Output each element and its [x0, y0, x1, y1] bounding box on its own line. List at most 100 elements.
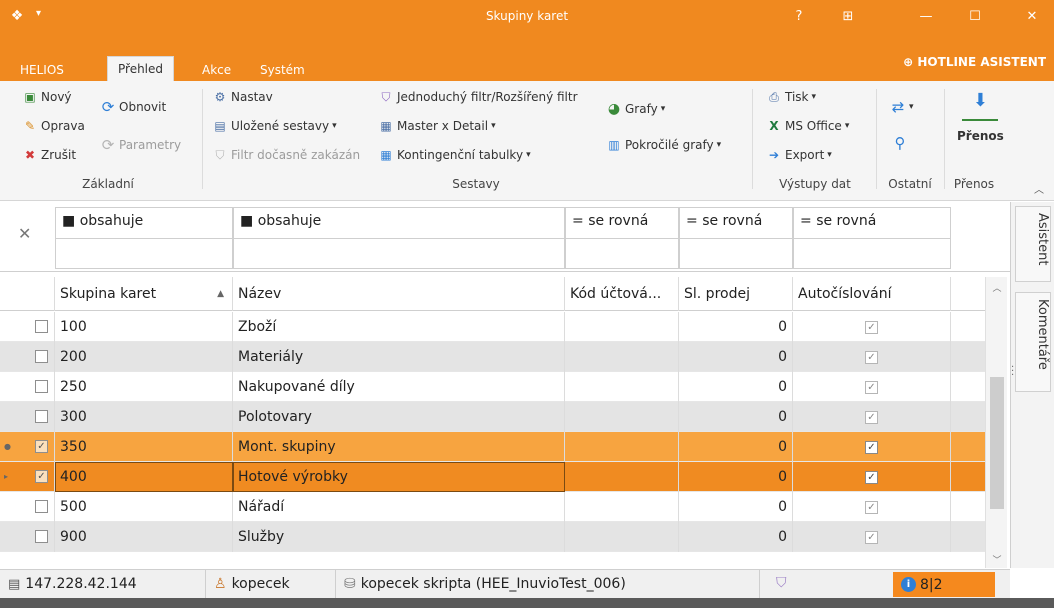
cell-name[interactable]: Zboží — [233, 312, 565, 342]
autocislovani-checkbox[interactable]: ✓ — [865, 380, 878, 394]
cell-name[interactable]: Nářadí — [233, 492, 565, 522]
row-checkbox[interactable] — [35, 529, 48, 543]
filter-cell-prodej[interactable]: = se rovná — [679, 207, 793, 269]
side-tab-asistent[interactable]: Asistent — [1015, 206, 1051, 282]
row-select-cell[interactable] — [0, 522, 55, 552]
cell-kod[interactable] — [565, 342, 679, 372]
swap-button[interactable]: ⇄ ▾ — [890, 99, 914, 115]
side-tab-komentare[interactable]: Komentáře — [1015, 292, 1051, 392]
grafy-button[interactable]: ◕ Grafy ▾ — [606, 101, 665, 117]
cell-code[interactable]: 400 — [55, 462, 233, 492]
zrusit-button[interactable]: ✖ Zrušit — [22, 147, 76, 163]
header-skupina-karet[interactable]: Skupina karet ▲ — [55, 277, 233, 311]
parametry-button[interactable]: ⟳ Parametry — [100, 137, 181, 153]
filter-input[interactable] — [234, 238, 564, 269]
row-select-cell[interactable] — [0, 342, 55, 372]
filter-cell-skupina[interactable]: ■ obsahuje — [55, 207, 233, 269]
table-row[interactable]: ● ✓ 350 Mont. skupiny 0 ✓ — [0, 432, 985, 462]
scroll-up-icon[interactable]: ︿ — [986, 281, 1008, 294]
splitter-handle-icon[interactable]: · · · — [1011, 363, 1014, 381]
header-nazev[interactable]: Název — [233, 277, 565, 311]
row-checkbox[interactable] — [35, 319, 48, 333]
cell-kod[interactable] — [565, 462, 679, 492]
row-checkbox[interactable] — [35, 379, 48, 393]
cell-name[interactable]: Polotovary — [233, 402, 565, 432]
cell-name[interactable]: Hotové výrobky — [233, 462, 565, 492]
nastav-button[interactable]: ⚙ Nastav — [212, 89, 273, 105]
row-select-cell[interactable]: ● ✓ — [0, 432, 55, 462]
autocislovani-checkbox[interactable]: ✓ — [865, 350, 878, 364]
cell-code[interactable]: 900 — [55, 522, 233, 552]
row-checkbox[interactable] — [35, 409, 48, 423]
autocislovani-checkbox[interactable]: ✓ — [865, 410, 878, 424]
obnovit-button[interactable]: ⟳ Obnovit — [100, 99, 166, 115]
cell-code[interactable]: 200 — [55, 342, 233, 372]
cell-code[interactable]: 250 — [55, 372, 233, 402]
table-row[interactable]: ▸ ✓ 400 Hotové výrobky 0 ✓ — [0, 462, 985, 492]
tab-prehled[interactable]: Přehled — [107, 56, 175, 81]
row-checkbox[interactable] — [35, 499, 48, 513]
cell-code[interactable]: 350 — [55, 432, 233, 462]
cell-prodej[interactable]: 0 — [679, 342, 793, 372]
autocislovani-checkbox[interactable]: ✓ — [865, 320, 878, 334]
cell-code[interactable]: 500 — [55, 492, 233, 522]
row-select-cell[interactable] — [0, 402, 55, 432]
cell-prodej[interactable]: 0 — [679, 402, 793, 432]
table-row[interactable]: 250 Nakupované díly 0 ✓ — [0, 372, 985, 402]
master-detail-button[interactable]: ▦ Master x Detail ▾ — [378, 118, 495, 134]
cell-autocislovani[interactable]: ✓ — [793, 342, 951, 372]
novy-button[interactable]: ▣ Nový — [22, 89, 71, 105]
tab-system[interactable]: Systém — [250, 60, 315, 81]
filter-operator[interactable]: = se rovná — [800, 213, 876, 229]
filter-input[interactable] — [566, 238, 678, 269]
pokrocile-grafy-button[interactable]: ▥ Pokročilé grafy ▾ — [606, 137, 721, 153]
filter-operator[interactable]: = se rovná — [686, 213, 762, 229]
help-button[interactable]: ? — [781, 0, 817, 33]
cell-name[interactable]: Mont. skupiny — [233, 432, 565, 462]
cell-code[interactable]: 100 — [55, 312, 233, 342]
layout-button[interactable]: ⊞ — [830, 0, 866, 33]
filter-operator[interactable]: = se rovná — [572, 213, 648, 229]
cell-autocislovani[interactable]: ✓ — [793, 432, 951, 462]
cell-kod[interactable] — [565, 312, 679, 342]
filter-input[interactable] — [56, 238, 232, 269]
cell-autocislovani[interactable]: ✓ — [793, 312, 951, 342]
close-button[interactable]: ✕ — [1014, 0, 1050, 33]
cell-name[interactable]: Služby — [233, 522, 565, 552]
filter-cell-auto[interactable]: = se rovná — [793, 207, 951, 269]
row-select-cell[interactable] — [0, 372, 55, 402]
table-row[interactable]: 200 Materiály 0 ✓ — [0, 342, 985, 372]
cell-kod[interactable] — [565, 402, 679, 432]
autocislovani-checkbox[interactable]: ✓ — [865, 440, 878, 454]
filter-cell-nazev[interactable]: ■ obsahuje — [233, 207, 565, 269]
autocislovani-checkbox[interactable]: ✓ — [865, 470, 878, 484]
cell-kod[interactable] — [565, 492, 679, 522]
cell-autocislovani[interactable]: ✓ — [793, 492, 951, 522]
jednoduchy-filtr-button[interactable]: ⛉ Jednoduchý filtr/Rozšířený filtr — [378, 89, 577, 105]
row-select-cell[interactable] — [0, 312, 55, 342]
hotline-asistent-button[interactable]: ⊕ HOTLINE ASISTENT — [903, 55, 1046, 69]
cell-prodej[interactable]: 0 — [679, 492, 793, 522]
header-select-column[interactable] — [0, 277, 55, 311]
cell-name[interactable]: Materiály — [233, 342, 565, 372]
cell-prodej[interactable]: 0 — [679, 432, 793, 462]
cell-autocislovani[interactable]: ✓ — [793, 462, 951, 492]
kontingencni-tabulky-button[interactable]: ▦ Kontingenční tabulky ▾ — [378, 147, 530, 163]
table-row[interactable]: 300 Polotovary 0 ✓ — [0, 402, 985, 432]
scrollbar-thumb[interactable] — [990, 377, 1004, 509]
autocislovani-checkbox[interactable]: ✓ — [865, 530, 878, 544]
header-sl-prodej[interactable]: Sl. prodej — [679, 277, 793, 311]
cell-autocislovani[interactable]: ✓ — [793, 402, 951, 432]
header-autocislovani[interactable]: Autočíslování — [793, 277, 951, 311]
cell-prodej[interactable]: 0 — [679, 522, 793, 552]
export-button[interactable]: ➔ Export ▾ — [766, 147, 832, 163]
vertical-scrollbar[interactable]: ︿ ﹀ — [985, 277, 1007, 568]
search-button[interactable]: ⚲ — [892, 135, 908, 151]
scroll-down-icon[interactable]: ﹀ — [986, 553, 1008, 566]
row-checkbox[interactable]: ✓ — [35, 439, 48, 453]
filter-input[interactable] — [680, 238, 792, 269]
status-counter[interactable]: i 8|2 — [893, 572, 995, 597]
header-kod-uctovani[interactable]: Kód účtová... — [565, 277, 679, 311]
tab-akce[interactable]: Akce — [192, 60, 241, 81]
prenos-button[interactable]: ⬇ Přenos — [957, 89, 1004, 143]
